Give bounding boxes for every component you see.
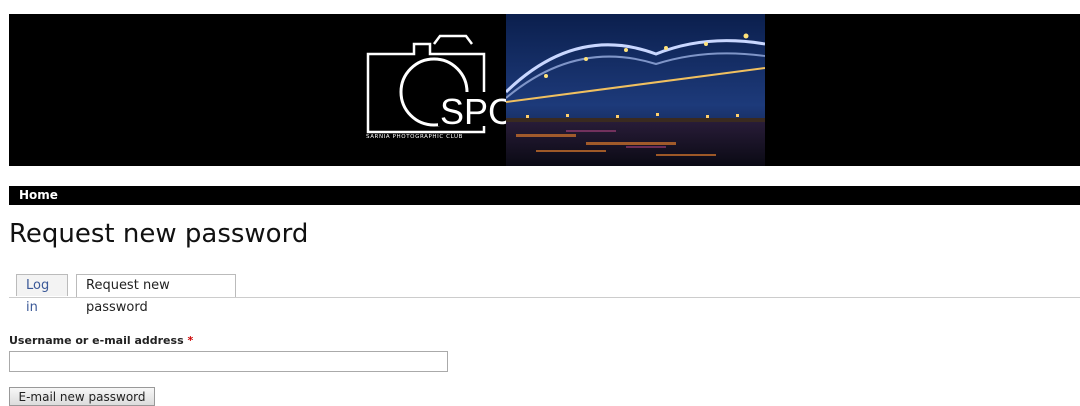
logo-text: SPC (440, 91, 506, 132)
site-banner: SPC SARNIA PHOTOGRAPHIC CLUB (9, 14, 1080, 166)
page-title: Request new password (9, 219, 309, 249)
required-marker: * (187, 334, 194, 347)
username-input[interactable] (9, 351, 448, 372)
nav-home-link[interactable]: Home (19, 188, 58, 202)
main-navbar: Home (9, 186, 1080, 205)
bridge-photo (506, 14, 765, 166)
tab-request-new-password[interactable]: Request new password (76, 274, 236, 315)
tab-log-in[interactable]: Log in (16, 274, 68, 315)
site-logo[interactable]: SPC SARNIA PHOTOGRAPHIC CLUB (356, 14, 506, 166)
username-label: Username or e-mail address * (9, 334, 193, 347)
username-label-text: Username or e-mail address (9, 334, 184, 347)
email-new-password-button[interactable]: E-mail new password (9, 387, 155, 406)
logo-caption: SARNIA PHOTOGRAPHIC CLUB (366, 134, 464, 140)
tabs-divider (9, 297, 1080, 298)
camera-logo-icon: SPC (366, 34, 506, 134)
